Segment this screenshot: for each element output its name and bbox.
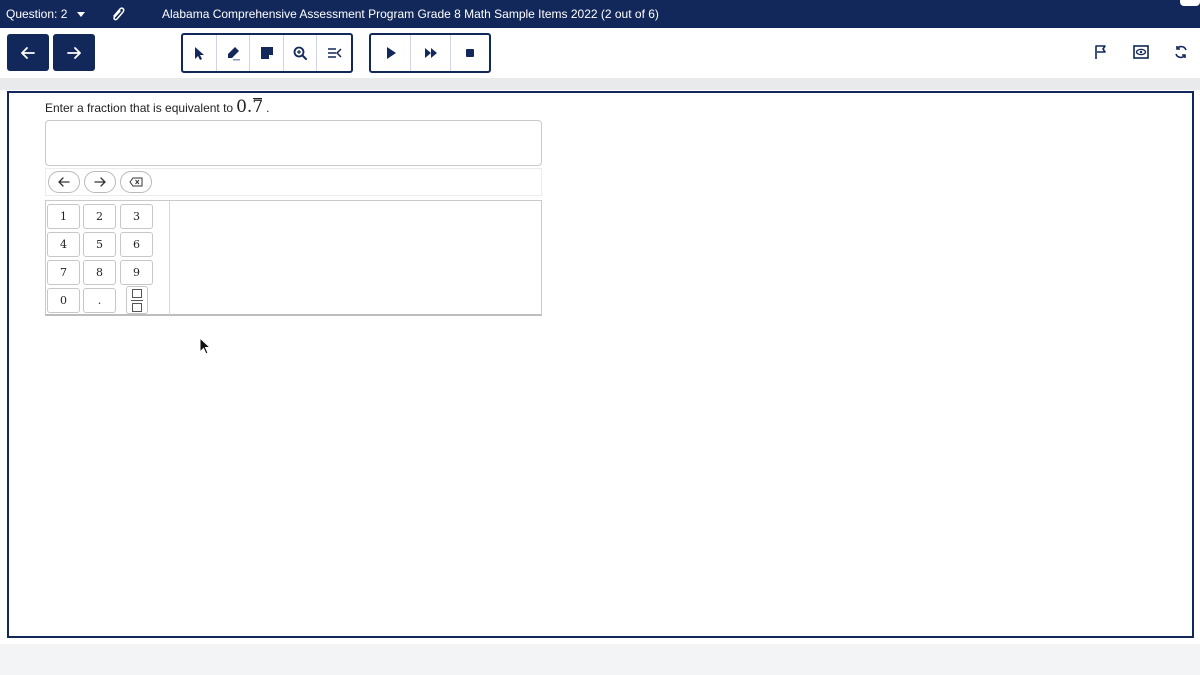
- paperclip-icon[interactable]: [108, 4, 128, 24]
- key-decimal[interactable]: .: [83, 288, 116, 313]
- stop-icon: [466, 49, 474, 57]
- arrow-right-icon: [67, 46, 81, 59]
- flag-button[interactable]: [1092, 43, 1110, 61]
- next-button[interactable]: [53, 34, 95, 71]
- question-panel: Enter a fraction that is equivalent to 0…: [7, 91, 1194, 638]
- repeating-decimal: 0.7: [236, 97, 263, 117]
- play-icon: [386, 47, 396, 59]
- key-8[interactable]: 8: [83, 260, 116, 285]
- eye-icon: [1133, 45, 1149, 59]
- refresh-icon: [1175, 45, 1187, 59]
- line-reader-tool-button[interactable]: [317, 35, 351, 71]
- line-reader-icon: [328, 48, 342, 58]
- question-prompt: Enter a fraction that is equivalent to 0…: [45, 97, 270, 117]
- prompt-end: .: [266, 101, 270, 115]
- mouse-cursor-icon: [199, 337, 212, 355]
- highlighter-tool-button[interactable]: [217, 35, 251, 71]
- backspace-icon: [129, 177, 143, 187]
- arrow-right-icon: [94, 177, 106, 187]
- key-4[interactable]: 4: [47, 232, 80, 257]
- footer-strip: [0, 644, 1200, 675]
- zoom-tool-button[interactable]: [284, 35, 318, 71]
- fraction-numerator-box: [132, 288, 142, 298]
- math-whole: 0.: [236, 97, 253, 117]
- header-bar: Question: 2 Alabama Comprehensive Assess…: [0, 0, 1200, 28]
- keypad: 1 2 3 4 5 6 7 8 9 0 .: [45, 200, 542, 316]
- previous-button[interactable]: [7, 34, 49, 71]
- backspace-button[interactable]: [120, 171, 152, 193]
- cursor-left-button[interactable]: [48, 171, 80, 193]
- sticky-note-icon: [260, 47, 273, 59]
- page-title: Alabama Comprehensive Assessment Program…: [162, 7, 659, 21]
- key-0[interactable]: 0: [47, 288, 80, 313]
- highlighter-icon: [227, 47, 240, 61]
- key-2[interactable]: 2: [83, 204, 116, 229]
- refresh-button[interactable]: [1172, 43, 1190, 61]
- fraction-bar: [131, 299, 143, 301]
- toolbar: [0, 28, 1200, 78]
- tools-group: [181, 33, 353, 73]
- pointer-icon: [195, 47, 205, 60]
- arrow-left-icon: [21, 46, 35, 59]
- flag-icon: [1095, 45, 1106, 59]
- play-button[interactable]: [371, 35, 411, 71]
- key-1[interactable]: 1: [47, 204, 80, 229]
- fast-forward-button[interactable]: [411, 35, 451, 71]
- cursor-right-button[interactable]: [84, 171, 116, 193]
- key-5[interactable]: 5: [83, 232, 116, 257]
- corner-tab: [1180, 0, 1200, 6]
- playback-group: [369, 33, 491, 73]
- stop-button[interactable]: [451, 35, 489, 71]
- math-repeating-digit: 7: [252, 97, 264, 117]
- zoom-icon: [293, 46, 308, 60]
- key-7[interactable]: 7: [47, 260, 80, 285]
- arrow-left-icon: [58, 177, 70, 187]
- prompt-text: Enter a fraction that is equivalent to: [45, 101, 234, 115]
- caret-down-icon: [77, 11, 86, 17]
- editor-controls: [45, 168, 542, 196]
- question-label: Question: 2: [6, 7, 68, 21]
- key-6[interactable]: 6: [120, 232, 153, 257]
- answer-input[interactable]: [45, 120, 542, 166]
- key-3[interactable]: 3: [120, 204, 153, 229]
- toolbar-divider: [0, 78, 1200, 90]
- question-selector[interactable]: Question: 2: [6, 7, 86, 21]
- fast-forward-icon: [424, 48, 437, 58]
- sticky-note-tool-button[interactable]: [250, 35, 284, 71]
- fraction-key[interactable]: [126, 286, 148, 314]
- fraction-denominator-box: [132, 302, 142, 312]
- key-9[interactable]: 9: [120, 260, 153, 285]
- masking-button[interactable]: [1132, 43, 1150, 61]
- pointer-tool-button[interactable]: [183, 35, 217, 71]
- keypad-divider: [169, 201, 170, 315]
